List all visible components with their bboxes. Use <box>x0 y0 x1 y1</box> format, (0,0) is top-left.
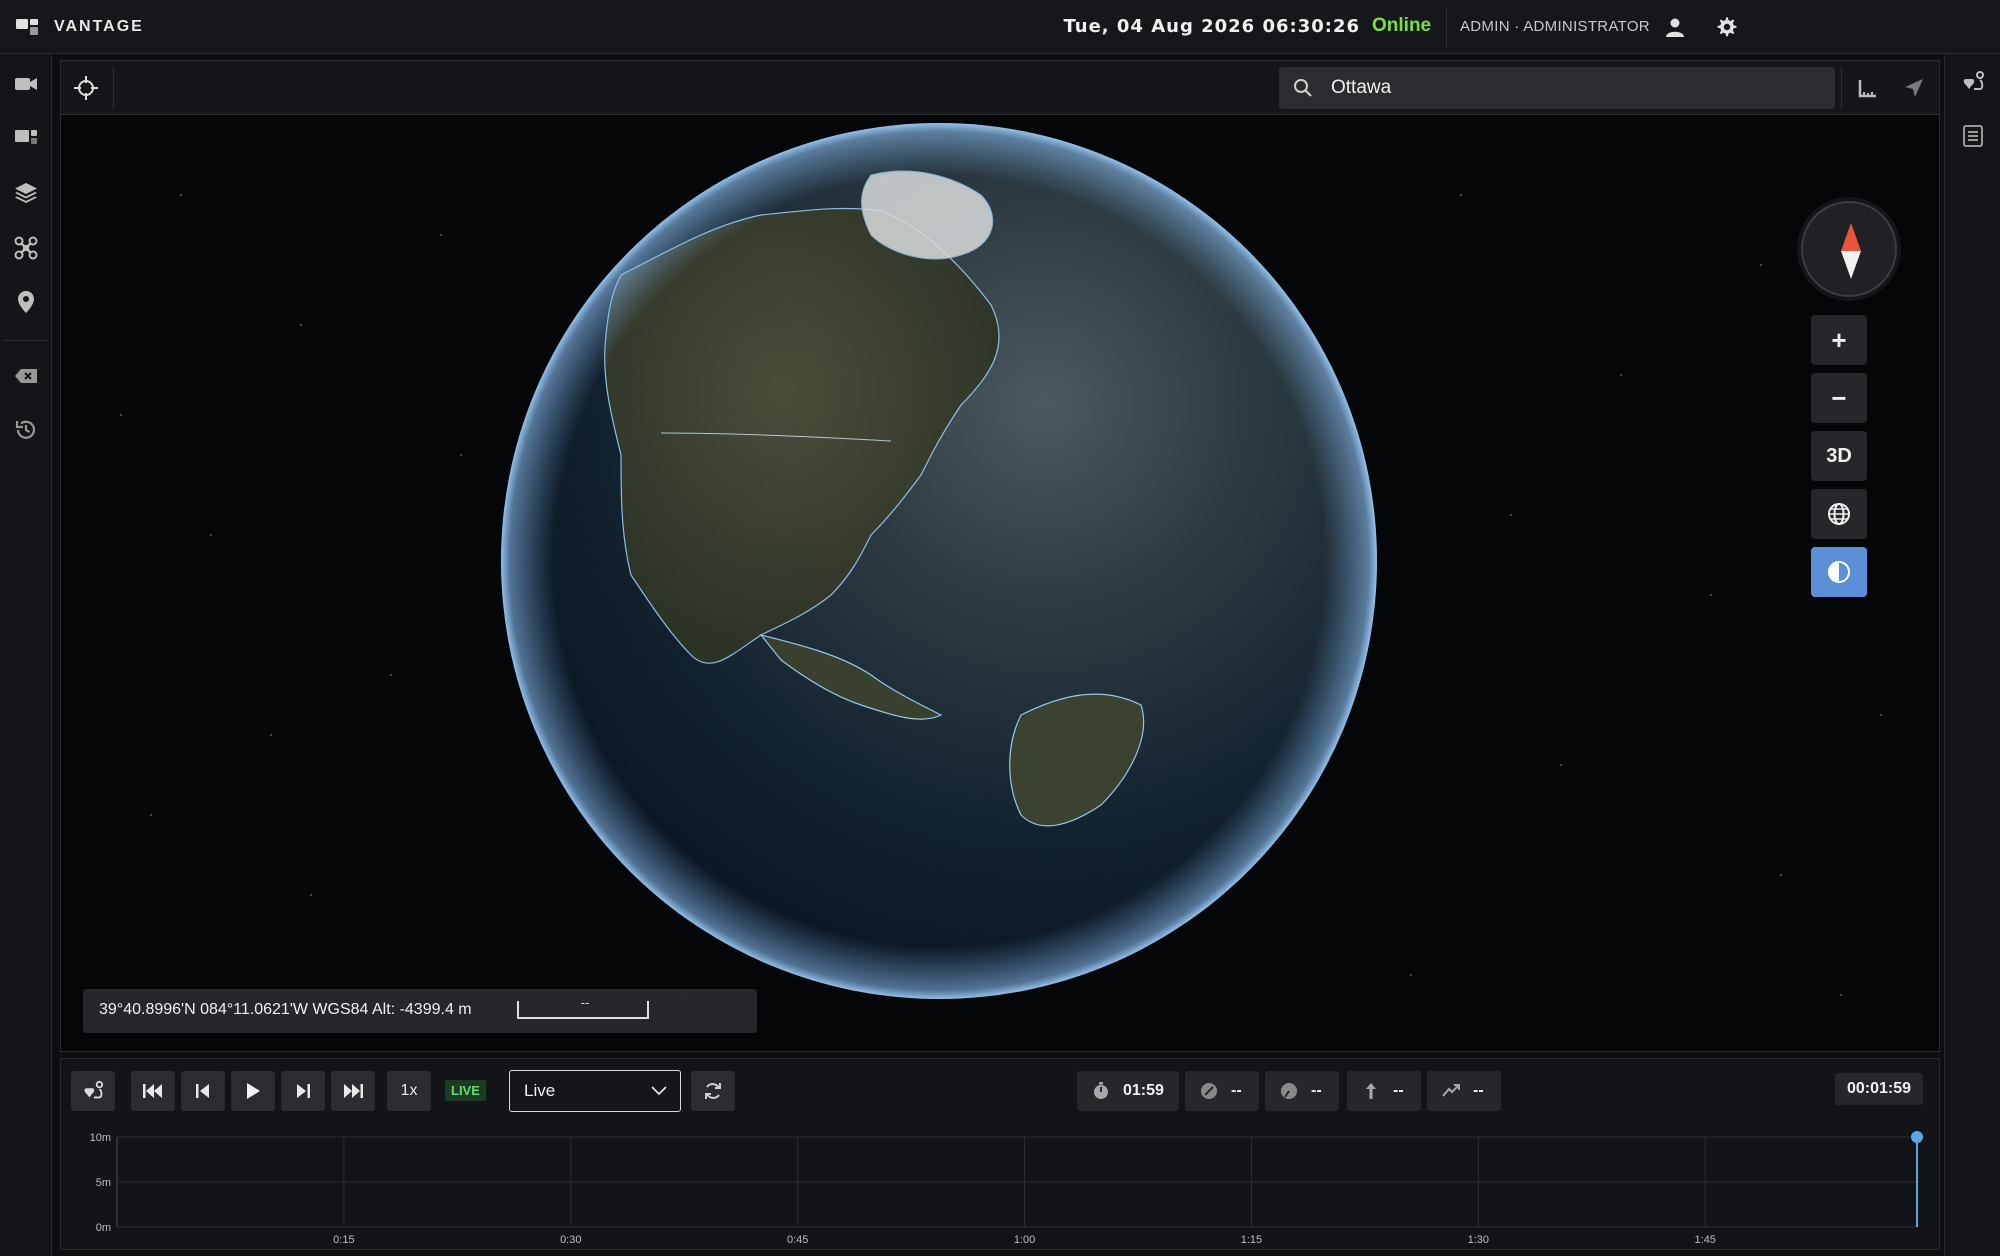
play-icon <box>247 1083 260 1099</box>
zoom-out-button[interactable]: − <box>1811 373 1867 423</box>
gear-icon[interactable] <box>1716 16 1738 38</box>
speed-label: 1x <box>400 1082 418 1099</box>
drone-icon[interactable] <box>14 236 38 260</box>
search-icon <box>1294 79 1312 97</box>
altitude-icon <box>1366 1083 1376 1099</box>
map-toolbar <box>61 61 1939 115</box>
clear-icon[interactable] <box>14 364 38 388</box>
mode-select[interactable]: Live <box>509 1070 681 1112</box>
user-label: ADMIN · ADMINISTRATOR <box>1460 18 1650 35</box>
fast-forward-icon <box>344 1084 363 1098</box>
rewind-icon <box>143 1084 162 1098</box>
climb-icon <box>1442 1084 1460 1097</box>
zoom-in-button[interactable]: + <box>1811 315 1867 365</box>
metric-speed: -- <box>1185 1071 1259 1111</box>
y-tick-label: 10m <box>90 1132 111 1144</box>
view-mode-label: 3D <box>1826 444 1852 467</box>
x-tick-label: 1:15 <box>1241 1234 1262 1246</box>
refresh-button[interactable] <box>691 1071 735 1111</box>
right-sidebar <box>1944 54 2000 1256</box>
metric-speed-value: -- <box>1231 1082 1242 1099</box>
step-forward-button[interactable] <box>281 1071 325 1111</box>
toolbar-divider <box>1841 67 1842 109</box>
x-tick-label: 0:45 <box>787 1234 808 1246</box>
search-box <box>1279 67 1835 109</box>
connection-status: Online <box>1372 15 1432 36</box>
mode-select-value: Live <box>524 1081 556 1100</box>
scale-label: -- <box>580 995 590 1010</box>
user-icon[interactable] <box>1664 16 1686 38</box>
metric-climb: -- <box>1427 1071 1501 1111</box>
zoom-in-label: + <box>1831 324 1847 355</box>
sidebar-divider <box>4 340 48 341</box>
playhead-handle <box>1911 1131 1923 1143</box>
left-sidebar <box>0 54 52 1256</box>
app-brand: VANTAGE <box>54 18 144 35</box>
route-toggle-button[interactable] <box>71 1071 115 1111</box>
timeline-panel: 1x LIVE Live 01:59 -- -- -- -- 00:01:59 … <box>60 1058 1940 1250</box>
fast-forward-button[interactable] <box>331 1071 375 1111</box>
app-logo-icon <box>16 19 38 35</box>
x-tick-label: 1:45 <box>1695 1234 1716 1246</box>
measure-icon[interactable] <box>1857 77 1879 99</box>
globe-button[interactable] <box>1811 489 1867 539</box>
map-viewport[interactable]: + − 3D 39°40.8996'N 084°11.0621'W WGS84 … <box>60 60 1940 1052</box>
metric-duration-value: 01:59 <box>1123 1082 1164 1099</box>
metric-heading: -- <box>1265 1071 1339 1111</box>
metric-altitude: -- <box>1347 1071 1421 1111</box>
coordinate-text: 39°40.8996'N 084°11.0621'W WGS84 Alt: -4… <box>99 1001 472 1018</box>
gauge-icon <box>1281 1083 1297 1099</box>
theme-toggle-button[interactable] <box>1811 547 1867 597</box>
divider <box>1446 8 1447 48</box>
compass[interactable] <box>1801 201 1897 297</box>
speed-icon <box>1201 1083 1217 1099</box>
layers-icon[interactable] <box>14 180 38 204</box>
search-input[interactable] <box>1331 67 1811 109</box>
step-back-button[interactable] <box>181 1071 225 1111</box>
step-back-icon <box>196 1084 209 1098</box>
camera-icon[interactable] <box>14 72 38 96</box>
location-pin-icon[interactable] <box>14 290 38 314</box>
x-tick-label: 1:30 <box>1468 1234 1489 1246</box>
rewind-button[interactable] <box>131 1071 175 1111</box>
y-tick-label: 5m <box>96 1177 111 1189</box>
view-mode-button[interactable]: 3D <box>1811 431 1867 481</box>
refresh-icon <box>705 1083 721 1099</box>
speed-button[interactable]: 1x <box>387 1071 431 1111</box>
history-icon[interactable] <box>14 418 38 442</box>
elapsed-time: 00:01:59 <box>1834 1073 1923 1105</box>
chevron-down-icon <box>651 1086 667 1096</box>
crosshair-icon[interactable] <box>71 73 101 103</box>
route-icon[interactable] <box>1961 70 1985 94</box>
stopwatch-icon <box>1094 1082 1108 1099</box>
x-tick-label: 1:00 <box>1014 1234 1035 1246</box>
live-badge: LIVE <box>445 1080 486 1101</box>
x-tick-label: 0:15 <box>333 1234 354 1246</box>
contrast-icon <box>1828 561 1850 583</box>
step-forward-icon <box>297 1084 310 1098</box>
globe-icon <box>1828 503 1850 525</box>
play-button[interactable] <box>231 1071 275 1111</box>
metric-duration: 01:59 <box>1077 1071 1179 1111</box>
toolbar-divider <box>113 67 114 109</box>
coordinate-readout: 39°40.8996'N 084°11.0621'W WGS84 Alt: -4… <box>83 989 757 1033</box>
atmosphere-rim <box>501 123 1377 999</box>
list-icon[interactable] <box>1961 124 1985 148</box>
route-icon <box>84 1080 104 1099</box>
clock-datetime: Tue, 04 Aug 2026 06:30:26 <box>1063 16 1360 37</box>
monitor-icon[interactable] <box>14 126 38 150</box>
zoom-out-label: − <box>1831 382 1847 413</box>
top-bar: VANTAGE Tue, 04 Aug 2026 06:30:26 Online… <box>0 0 2000 54</box>
metric-altitude-value: -- <box>1393 1082 1404 1099</box>
y-tick-label: 0m <box>96 1222 111 1234</box>
compass-needle-icon <box>1841 223 1861 279</box>
metric-heading-value: -- <box>1311 1082 1322 1099</box>
globe-view[interactable] <box>61 115 1940 1052</box>
x-tick-label: 0:30 <box>560 1234 581 1246</box>
scale-bar: -- <box>517 995 649 1019</box>
altitude-chart[interactable]: 10m 5m 0m 0:15 0:30 0:45 1:00 1:15 1:30 1:45 <box>61 1127 1941 1249</box>
metric-climb-value: -- <box>1473 1082 1484 1099</box>
navigate-icon[interactable] <box>1903 77 1925 99</box>
